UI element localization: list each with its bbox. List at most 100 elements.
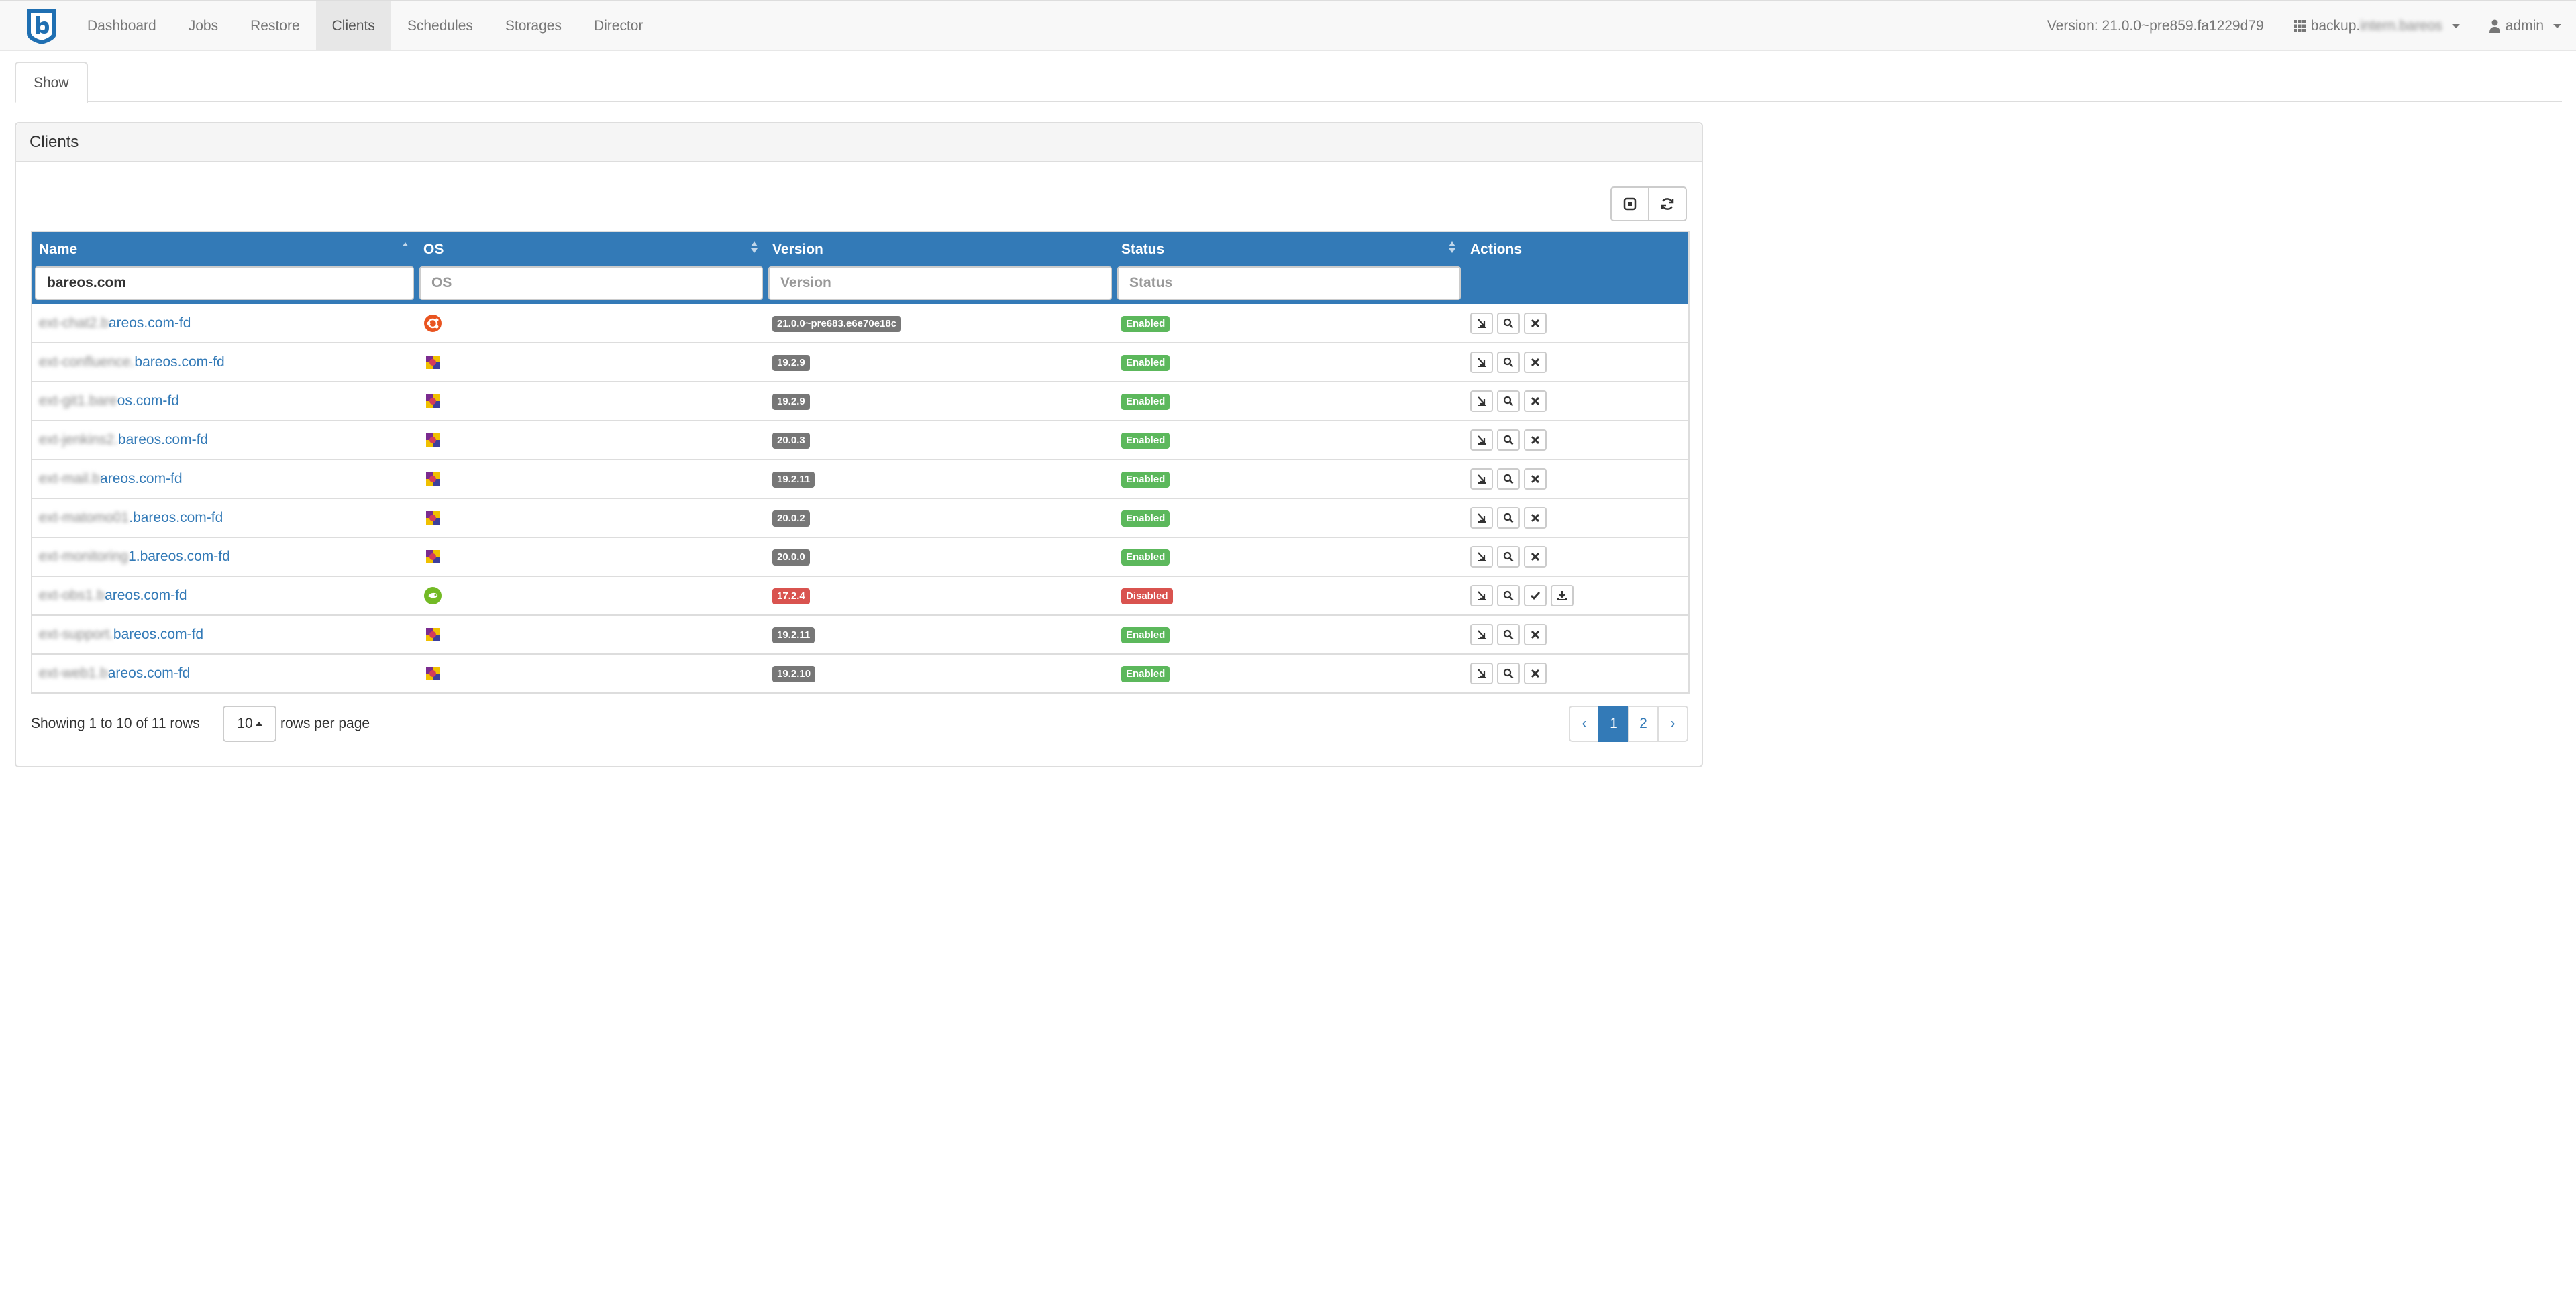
restore-icon	[1476, 590, 1487, 601]
client-name-blurred: ext-confluence.	[39, 354, 135, 370]
column-header-version[interactable]: Version	[766, 231, 1115, 266]
page-next-button[interactable]: ›	[1657, 706, 1688, 742]
page-2-button[interactable]: 2	[1628, 706, 1659, 742]
restore-button[interactable]	[1470, 546, 1493, 568]
update-button[interactable]	[1551, 585, 1574, 606]
status-badge: Enabled	[1121, 315, 1170, 332]
pagination: ‹ 1 2 ›	[1569, 706, 1688, 742]
table-row: ext-chat2.bareos.com-fd 21.0.0~pre683.e6e…	[32, 304, 1689, 343]
restore-button[interactable]	[1470, 468, 1493, 490]
user-dropdown[interactable]: admin	[2489, 18, 2561, 34]
debian-icon	[423, 549, 442, 564]
client-name-link[interactable]: ext-web1.bareos.com-fd	[39, 665, 190, 681]
search-button[interactable]	[1497, 429, 1520, 451]
refresh-button[interactable]	[1648, 186, 1687, 221]
main-nav: Dashboard Jobs Restore Clients Schedules…	[71, 1, 659, 51]
search-icon	[1503, 435, 1514, 445]
client-name-link[interactable]: ext-matomo01.bareos.com-fd	[39, 510, 223, 525]
debian-icon	[423, 665, 442, 681]
column-header-os[interactable]: OS	[417, 231, 766, 266]
restore-icon	[1476, 435, 1487, 445]
disable-button[interactable]	[1524, 429, 1547, 451]
client-name-link[interactable]: ext-support.bareos.com-fd	[39, 627, 203, 642]
restore-button[interactable]	[1470, 390, 1493, 412]
client-name-link[interactable]: ext-monitoring1.bareos.com-fd	[39, 549, 230, 564]
bareos-logo[interactable]	[24, 8, 59, 46]
rows-per-page-dropdown[interactable]: 10	[223, 706, 276, 742]
search-button[interactable]	[1497, 468, 1520, 490]
disable-button[interactable]	[1524, 507, 1547, 529]
search-button[interactable]	[1497, 624, 1520, 645]
column-header-name[interactable]: Name	[32, 231, 417, 266]
restore-button[interactable]	[1470, 624, 1493, 645]
client-name-link[interactable]: ext-chat2.bareos.com-fd	[39, 315, 191, 331]
client-name-link[interactable]: ext-jenkins2.bareos.com-fd	[39, 432, 208, 447]
version-badge: 20.0.0	[772, 549, 810, 566]
nav-clients[interactable]: Clients	[315, 1, 391, 51]
page-1-button[interactable]: 1	[1598, 706, 1629, 742]
row-actions	[1470, 546, 1682, 568]
column-header-status[interactable]: Status	[1115, 231, 1463, 266]
nav-director[interactable]: Director	[578, 1, 660, 51]
nav-storages[interactable]: Storages	[489, 1, 578, 51]
search-button[interactable]	[1497, 546, 1520, 568]
search-button[interactable]	[1497, 352, 1520, 373]
tab-show[interactable]: Show	[15, 62, 88, 103]
restore-button[interactable]	[1470, 507, 1493, 529]
client-name-link[interactable]: ext-mail.bareos.com-fd	[39, 471, 183, 486]
restore-icon	[1476, 474, 1487, 484]
client-name-blurred: ext-mail.b	[39, 471, 101, 486]
disable-button[interactable]	[1524, 546, 1547, 568]
disable-button[interactable]	[1524, 352, 1547, 373]
status-filter-input[interactable]	[1117, 266, 1461, 300]
disable-button[interactable]	[1524, 312, 1547, 334]
disable-button[interactable]	[1524, 624, 1547, 645]
disable-button[interactable]	[1524, 390, 1547, 412]
debian-icon	[423, 432, 442, 447]
columns-icon	[1623, 197, 1637, 211]
nav-jobs[interactable]: Jobs	[172, 1, 234, 51]
client-name-link[interactable]: ext-git1.bareos.com-fd	[39, 393, 179, 409]
table-row: ext-matomo01.bareos.com-fd 20.0.2 Enabled	[32, 498, 1689, 537]
director-dropdown[interactable]: backup.intern.bareos	[2293, 18, 2460, 34]
director-name-blurred: intern.bareos	[2360, 18, 2442, 34]
disable-button[interactable]	[1524, 468, 1547, 490]
search-button[interactable]	[1497, 312, 1520, 334]
client-name: .bareos.com-fd	[129, 510, 223, 525]
client-name-blurred: ext-support.	[39, 627, 113, 642]
search-button[interactable]	[1497, 390, 1520, 412]
table-row: ext-support.bareos.com-fd 19.2.11 Enabled	[32, 614, 1689, 654]
client-name-link[interactable]: ext-confluence.bareos.com-fd	[39, 354, 225, 370]
nav-schedules[interactable]: Schedules	[391, 1, 489, 51]
search-button[interactable]	[1497, 663, 1520, 684]
restore-icon	[1476, 357, 1487, 368]
search-button[interactable]	[1497, 585, 1520, 606]
disable-button[interactable]	[1524, 663, 1547, 684]
enable-button[interactable]	[1524, 585, 1547, 606]
client-name-link[interactable]: ext-obs1.bareos.com-fd	[39, 588, 187, 603]
restore-button[interactable]	[1470, 352, 1493, 373]
table-row: ext-git1.bareos.com-fd 19.2.9 Enabled	[32, 381, 1689, 421]
opensuse-icon	[423, 587, 442, 604]
restore-button[interactable]	[1470, 312, 1493, 334]
version-filter-input[interactable]	[768, 266, 1112, 300]
restore-button[interactable]	[1470, 663, 1493, 684]
name-filter-input[interactable]	[35, 266, 414, 300]
columns-toggle-button[interactable]	[1610, 186, 1649, 221]
restore-button[interactable]	[1470, 429, 1493, 451]
status-badge: Enabled	[1121, 627, 1170, 643]
page-prev-button[interactable]: ‹	[1569, 706, 1600, 742]
restore-button[interactable]	[1470, 585, 1493, 606]
row-actions	[1470, 507, 1682, 529]
row-actions	[1470, 312, 1682, 334]
ubuntu-icon	[423, 314, 442, 332]
close-icon	[1530, 668, 1541, 679]
nav-dashboard[interactable]: Dashboard	[71, 1, 172, 51]
client-name: areos.com-fd	[100, 471, 183, 486]
client-name-blurred: ext-chat2.b	[39, 315, 109, 331]
page-tabs: Show	[15, 62, 2562, 103]
nav-restore[interactable]: Restore	[234, 1, 316, 51]
search-icon	[1503, 551, 1514, 562]
search-button[interactable]	[1497, 507, 1520, 529]
os-filter-input[interactable]	[419, 266, 763, 300]
